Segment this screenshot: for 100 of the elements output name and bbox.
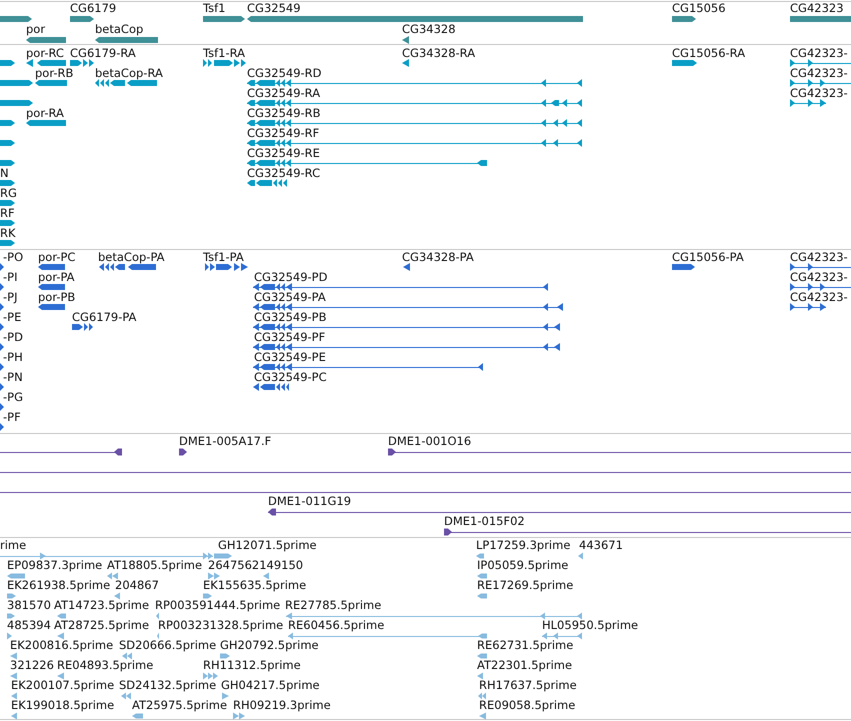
- transcript-glyph[interactable]: [247, 119, 582, 127]
- transcript-glyph[interactable]: [672, 60, 697, 66]
- protein-glyph[interactable]: [790, 303, 826, 311]
- est-glyph[interactable]: [7, 574, 25, 578]
- protein-glyph[interactable]: [0, 363, 4, 371]
- est-glyph[interactable]: [122, 652, 132, 660]
- protein-glyph[interactable]: [72, 323, 93, 331]
- protein-glyph[interactable]: [253, 283, 548, 291]
- clone-glyph[interactable]: [444, 528, 851, 536]
- protein-label: CG42323-: [790, 251, 848, 264]
- protein-glyph[interactable]: [253, 363, 483, 371]
- transcript-glyph[interactable]: [0, 220, 15, 226]
- transcript-glyph[interactable]: [0, 60, 15, 66]
- transcript-glyph[interactable]: [790, 59, 851, 67]
- protein-glyph[interactable]: [0, 263, 4, 271]
- transcript-glyph[interactable]: [95, 79, 157, 87]
- transcript-glyph[interactable]: [247, 139, 582, 147]
- transcript-glyph[interactable]: [0, 180, 15, 186]
- transcript-glyph[interactable]: [0, 160, 15, 166]
- est-glyph[interactable]: [208, 572, 220, 580]
- est-glyph[interactable]: [11, 692, 17, 700]
- transcript-glyph[interactable]: [247, 99, 582, 107]
- protein-glyph[interactable]: [0, 283, 4, 291]
- est-glyph[interactable]: [7, 594, 16, 598]
- transcript-glyph[interactable]: [203, 59, 246, 67]
- est-glyph[interactable]: [10, 672, 17, 680]
- est-glyph[interactable]: [222, 692, 229, 700]
- est-glyph[interactable]: [57, 632, 64, 640]
- est-glyph[interactable]: [477, 672, 483, 680]
- transcript-glyph[interactable]: [247, 179, 287, 187]
- gene-bar[interactable]: [70, 16, 94, 22]
- est-glyph[interactable]: [476, 554, 484, 558]
- transcript-glyph[interactable]: [26, 59, 66, 67]
- protein-glyph[interactable]: [790, 263, 851, 271]
- protein-glyph[interactable]: [0, 343, 4, 351]
- est-glyph[interactable]: [0, 552, 213, 560]
- protein-glyph[interactable]: [253, 303, 563, 311]
- gene-bar[interactable]: [402, 36, 409, 44]
- transcript-glyph[interactable]: [0, 120, 15, 126]
- est-glyph[interactable]: [233, 712, 245, 720]
- protein-glyph[interactable]: [0, 303, 4, 311]
- est-glyph[interactable]: [11, 712, 17, 720]
- protein-glyph[interactable]: [0, 403, 4, 411]
- gene-bar[interactable]: [672, 16, 696, 22]
- est-glyph[interactable]: [286, 612, 582, 620]
- est-glyph[interactable]: [7, 632, 12, 640]
- protein-glyph[interactable]: [403, 263, 410, 271]
- transcript-glyph[interactable]: [0, 80, 33, 86]
- est-label: GH20792.5prime: [220, 639, 319, 652]
- protein-glyph[interactable]: [0, 383, 4, 391]
- transcript-label: CG32549-RC: [247, 167, 320, 180]
- est-glyph[interactable]: [578, 552, 583, 560]
- est-glyph[interactable]: [121, 692, 131, 700]
- protein-glyph[interactable]: [0, 423, 4, 431]
- est-glyph[interactable]: [542, 632, 582, 640]
- est-glyph[interactable]: [477, 574, 487, 578]
- transcript-glyph[interactable]: [0, 100, 33, 106]
- clone-glyph[interactable]: [179, 448, 187, 456]
- transcript-glyph[interactable]: [70, 59, 94, 67]
- est-glyph[interactable]: [477, 654, 487, 658]
- est-glyph[interactable]: [477, 594, 487, 598]
- protein-glyph[interactable]: [38, 304, 65, 310]
- transcript-glyph[interactable]: [790, 79, 851, 87]
- clone-glyph[interactable]: [388, 448, 851, 456]
- est-glyph[interactable]: [114, 592, 120, 600]
- clone-glyph[interactable]: [268, 508, 851, 516]
- est-glyph[interactable]: [107, 572, 118, 580]
- transcript-glyph[interactable]: [247, 79, 582, 87]
- est-glyph[interactable]: [478, 692, 486, 700]
- est-glyph[interactable]: [263, 572, 269, 580]
- transcript-glyph[interactable]: [0, 240, 15, 246]
- transcript-glyph[interactable]: [35, 80, 67, 86]
- protein-glyph[interactable]: [99, 263, 156, 271]
- est-glyph[interactable]: [10, 652, 17, 660]
- protein-glyph[interactable]: [253, 383, 289, 391]
- est-glyph[interactable]: [156, 612, 159, 620]
- protein-glyph[interactable]: [672, 264, 695, 270]
- gene-bar[interactable]: [0, 16, 32, 22]
- clone-glyph[interactable]: [0, 448, 122, 456]
- est-glyph[interactable]: [57, 614, 66, 618]
- transcript-glyph[interactable]: [0, 200, 15, 206]
- protein-glyph[interactable]: [38, 264, 65, 270]
- est-glyph[interactable]: [203, 594, 212, 598]
- est-glyph[interactable]: [57, 672, 64, 680]
- protein-glyph[interactable]: [253, 343, 560, 351]
- protein-glyph[interactable]: [205, 263, 248, 271]
- protein-glyph[interactable]: [38, 284, 65, 290]
- est-glyph[interactable]: [203, 672, 218, 680]
- transcript-glyph[interactable]: [26, 120, 66, 126]
- transcript-glyph[interactable]: [402, 59, 409, 67]
- est-glyph[interactable]: [220, 654, 230, 658]
- transcript-glyph[interactable]: [0, 140, 15, 146]
- est-glyph[interactable]: [288, 632, 487, 640]
- protein-glyph[interactable]: [253, 323, 560, 331]
- gene-bar[interactable]: [203, 16, 245, 22]
- transcript-glyph[interactable]: [790, 99, 826, 107]
- est-glyph[interactable]: [7, 614, 15, 618]
- protein-glyph[interactable]: [0, 323, 4, 331]
- transcript-glyph[interactable]: [247, 159, 487, 167]
- protein-glyph[interactable]: [790, 283, 851, 291]
